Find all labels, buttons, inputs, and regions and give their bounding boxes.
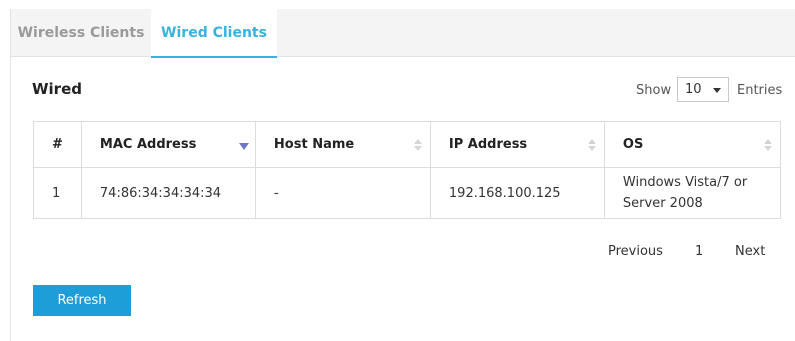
sort-icon [587,139,596,151]
table-header-row: # MAC Address Host Name IP Address OS [33,121,782,168]
cell-host-name: - [254,167,431,219]
entries-per-page-value: 10 [685,82,702,97]
column-header-label: OS [622,137,644,152]
cell-number: 1 [33,167,82,219]
show-label: Show [636,83,672,98]
tab-wireless-clients[interactable]: Wireless Clients [11,9,151,58]
column-header-host-name[interactable]: Host Name [254,121,431,168]
cell-ip-address: 192.168.100.125 [429,167,605,219]
column-header-label: IP Address [448,137,528,152]
clients-panel: Wireless Clients Wired Clients Wired Sho… [10,9,795,341]
caret-down-icon [713,88,721,93]
section-title: Wired [32,80,82,98]
pagination-next[interactable]: Next [735,244,765,259]
pagination-page-1[interactable]: 1 [695,244,703,259]
cell-os: Windows Vista/7 or Server 2008 [603,167,782,219]
sort-descending-icon [238,143,249,155]
refresh-button[interactable]: Refresh [33,285,131,316]
column-header-label: Host Name [273,137,355,152]
sort-icon [413,139,422,151]
entries-label: Entries [737,83,783,98]
pagination-previous[interactable]: Previous [608,244,663,259]
column-header-ip-address[interactable]: IP Address [429,121,605,168]
table-row: 1 74:86:34:34:34:34 - 192.168.100.125 Wi… [33,167,782,219]
column-header-label: MAC Address [99,137,197,152]
wired-clients-table: # MAC Address Host Name IP Address OS 1 … [33,121,782,219]
entries-per-page-select[interactable]: 10 [677,77,729,102]
column-header-mac-address[interactable]: MAC Address [80,121,256,168]
sort-icon [764,139,772,151]
tab-wired-clients[interactable]: Wired Clients [151,9,277,58]
cell-mac-address: 74:86:34:34:34:34 [80,167,256,219]
column-header-number: # [33,121,82,168]
column-header-os[interactable]: OS [603,121,782,168]
tab-bar: Wireless Clients Wired Clients [11,9,795,58]
